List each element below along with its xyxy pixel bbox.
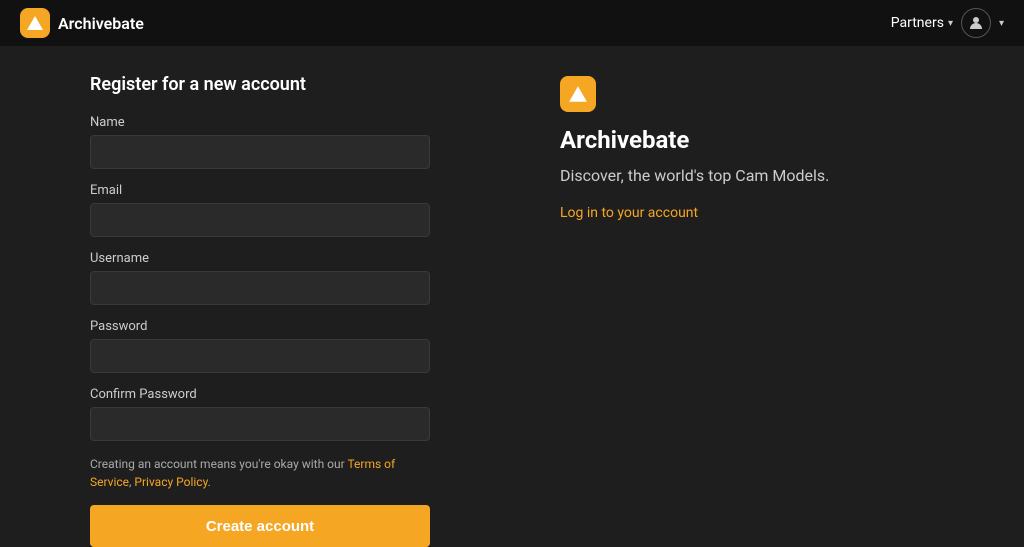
page-title: Register for a new account bbox=[90, 74, 430, 95]
username-input[interactable] bbox=[90, 271, 430, 305]
email-label: Email bbox=[90, 183, 430, 198]
email-input[interactable] bbox=[90, 203, 430, 237]
create-account-button[interactable]: Create account bbox=[90, 505, 430, 547]
terms-prefix: Creating an account means you're okay wi… bbox=[90, 457, 347, 471]
brand-logo-icon bbox=[20, 8, 50, 38]
username-field-group: Username bbox=[90, 251, 430, 305]
info-app-name: Archivebate bbox=[560, 126, 984, 155]
info-tagline: Discover, the world's top Cam Models. bbox=[560, 165, 984, 187]
name-input[interactable] bbox=[90, 135, 430, 169]
partners-label: Partners bbox=[891, 15, 944, 31]
brand: Archivebate bbox=[20, 8, 144, 38]
privacy-policy-link[interactable]: Privacy Policy bbox=[134, 475, 207, 489]
main-content: Register for a new account Name Email Us… bbox=[0, 46, 1024, 506]
brand-name-label: Archivebate bbox=[58, 14, 144, 33]
info-logo-icon bbox=[560, 76, 596, 112]
login-link[interactable]: Log in to your account bbox=[560, 205, 984, 221]
name-field-group: Name bbox=[90, 115, 430, 169]
password-label: Password bbox=[90, 319, 430, 334]
terms-text: Creating an account means you're okay wi… bbox=[90, 455, 430, 491]
navbar-right: Partners ▾ ▾ bbox=[891, 8, 1004, 38]
confirm-password-label: Confirm Password bbox=[90, 387, 430, 402]
partners-menu[interactable]: Partners ▾ bbox=[891, 15, 953, 31]
confirm-password-field-group: Confirm Password bbox=[90, 387, 430, 441]
email-field-group: Email bbox=[90, 183, 430, 237]
navbar: Archivebate Partners ▾ ▾ bbox=[0, 0, 1024, 46]
user-icon[interactable] bbox=[961, 8, 991, 38]
password-field-group: Password bbox=[90, 319, 430, 373]
form-panel: Register for a new account Name Email Us… bbox=[0, 46, 520, 506]
name-label: Name bbox=[90, 115, 430, 130]
terms-suffix: . bbox=[208, 475, 211, 489]
confirm-password-input[interactable] bbox=[90, 407, 430, 441]
password-input[interactable] bbox=[90, 339, 430, 373]
info-panel: Archivebate Discover, the world's top Ca… bbox=[520, 46, 1024, 506]
partners-chevron-icon: ▾ bbox=[948, 18, 953, 29]
username-label: Username bbox=[90, 251, 430, 266]
user-chevron-icon[interactable]: ▾ bbox=[999, 18, 1004, 29]
